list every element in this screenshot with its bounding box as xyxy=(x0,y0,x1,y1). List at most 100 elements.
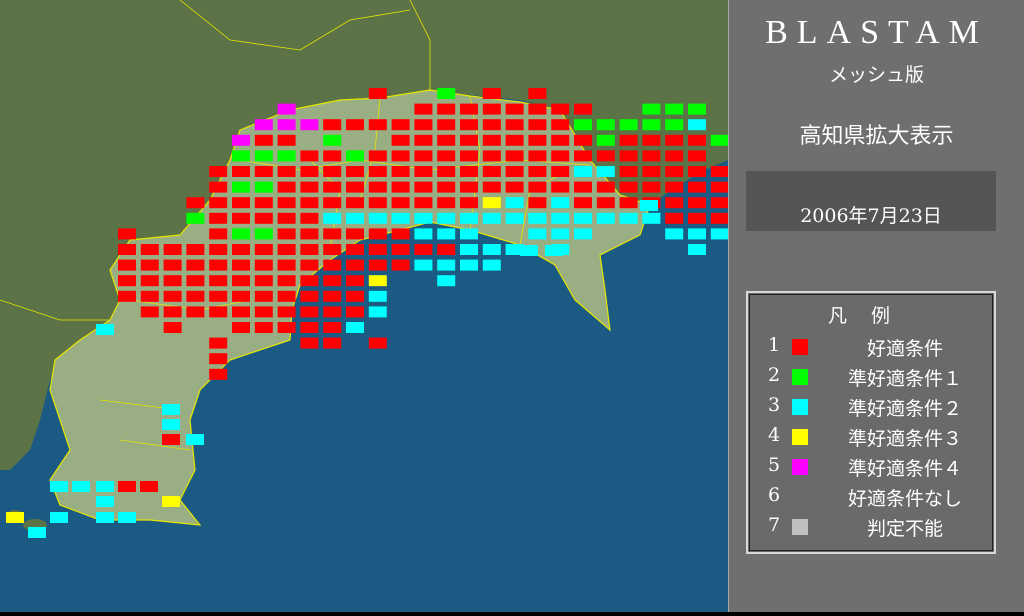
mesh-cell xyxy=(368,228,387,240)
mesh-cell xyxy=(710,166,729,177)
mesh-cell xyxy=(346,181,364,193)
mesh-cell xyxy=(209,290,228,302)
legend-item-2: 2 準好適条件１ xyxy=(748,361,994,391)
legend-label: 準好適条件４ xyxy=(847,458,962,480)
mesh-cell xyxy=(619,181,638,193)
mesh-cell xyxy=(391,166,410,177)
mesh-cell xyxy=(300,166,319,177)
mesh-cell xyxy=(323,337,342,349)
mesh-cell xyxy=(642,212,661,224)
region-label: 高知県拡大表示 xyxy=(799,124,954,149)
mesh-cell xyxy=(688,181,706,193)
mesh-cell xyxy=(346,275,364,287)
mesh-cell xyxy=(391,244,410,255)
mesh-cell xyxy=(574,150,592,162)
mesh-cell xyxy=(232,306,250,318)
mesh-cell xyxy=(551,103,570,115)
date-label: 2006年7月23日 xyxy=(800,205,942,227)
mesh-cell xyxy=(346,150,364,162)
mesh-cell xyxy=(300,119,319,131)
mesh-cell xyxy=(346,119,364,131)
mesh-cell xyxy=(665,197,684,209)
mesh-cell xyxy=(96,496,114,507)
mesh-cell xyxy=(186,212,205,224)
legend-swatch xyxy=(792,339,808,355)
mesh-cell xyxy=(619,150,638,162)
mesh-cell xyxy=(163,290,182,302)
mesh-cell xyxy=(163,244,182,255)
legend-num: 6 xyxy=(768,484,781,506)
mesh-cell xyxy=(665,166,684,177)
legend-num: 5 xyxy=(768,454,781,476)
mesh-cell xyxy=(710,228,729,240)
mesh-cell xyxy=(368,150,387,162)
mesh-cell xyxy=(710,197,729,209)
mesh-cell xyxy=(460,103,478,115)
mesh-cell xyxy=(96,324,114,335)
mesh-cell xyxy=(323,322,342,333)
mesh-cell xyxy=(50,512,68,523)
mesh-cell xyxy=(642,103,661,115)
mesh-cell xyxy=(482,119,501,131)
mesh-cell xyxy=(323,134,342,146)
mesh-cell xyxy=(688,212,706,224)
map-view[interactable] xyxy=(0,0,889,612)
mesh-cell xyxy=(551,166,570,177)
mesh-cell xyxy=(688,166,706,177)
mesh-cell xyxy=(368,119,387,131)
mesh-cell xyxy=(619,197,638,209)
mesh-cell xyxy=(437,103,456,115)
mesh-cell xyxy=(596,134,615,146)
mesh-cell xyxy=(209,166,228,177)
mesh-cell xyxy=(163,275,182,287)
mesh-cell xyxy=(437,150,456,162)
mesh-cell xyxy=(520,245,538,256)
mesh-cell xyxy=(596,119,615,131)
mesh-cell xyxy=(277,103,296,115)
legend-label: 好適条件 xyxy=(866,338,943,360)
mesh-cell xyxy=(209,337,228,349)
mesh-cell xyxy=(186,434,204,445)
mesh-cell xyxy=(368,181,387,193)
mesh-cell xyxy=(391,212,410,224)
mesh-cell xyxy=(323,275,342,287)
mesh-cell xyxy=(300,290,319,302)
mesh-cell xyxy=(209,197,228,209)
mesh-cell xyxy=(140,306,159,318)
mesh-cell xyxy=(96,512,114,523)
mesh-cell xyxy=(640,200,658,211)
mesh-cell xyxy=(346,306,364,318)
mesh-cell xyxy=(596,212,615,224)
legend-swatch xyxy=(792,429,808,445)
mesh-cell xyxy=(391,228,410,240)
mesh-cell xyxy=(391,197,410,209)
legend-num: 7 xyxy=(768,514,781,536)
mesh-cell xyxy=(277,290,296,302)
mesh-cell xyxy=(642,150,661,162)
mesh-cell xyxy=(619,212,638,224)
legend-swatch xyxy=(792,459,808,475)
mesh-cell xyxy=(414,228,433,240)
mesh-cell xyxy=(505,103,524,115)
mesh-cell xyxy=(162,496,180,507)
mesh-cell xyxy=(277,150,296,162)
mesh-cell xyxy=(254,150,273,162)
mesh-cell xyxy=(482,197,501,209)
mesh-cell xyxy=(186,306,205,318)
mesh-cell xyxy=(688,134,706,146)
mesh-cell xyxy=(460,166,478,177)
mesh-cell xyxy=(368,244,387,255)
mesh-cell xyxy=(482,259,501,271)
mesh-cell xyxy=(118,228,136,240)
mesh-cell xyxy=(323,197,342,209)
mesh-cell xyxy=(437,228,456,240)
mesh-cell xyxy=(460,259,478,271)
mesh-cell xyxy=(323,212,342,224)
mesh-cell xyxy=(300,275,319,287)
mesh-cell xyxy=(551,134,570,146)
mesh-cell xyxy=(528,166,547,177)
mesh-cell xyxy=(391,181,410,193)
mesh-cell xyxy=(688,119,706,131)
mesh-cell xyxy=(505,134,524,146)
mesh-cell xyxy=(277,306,296,318)
